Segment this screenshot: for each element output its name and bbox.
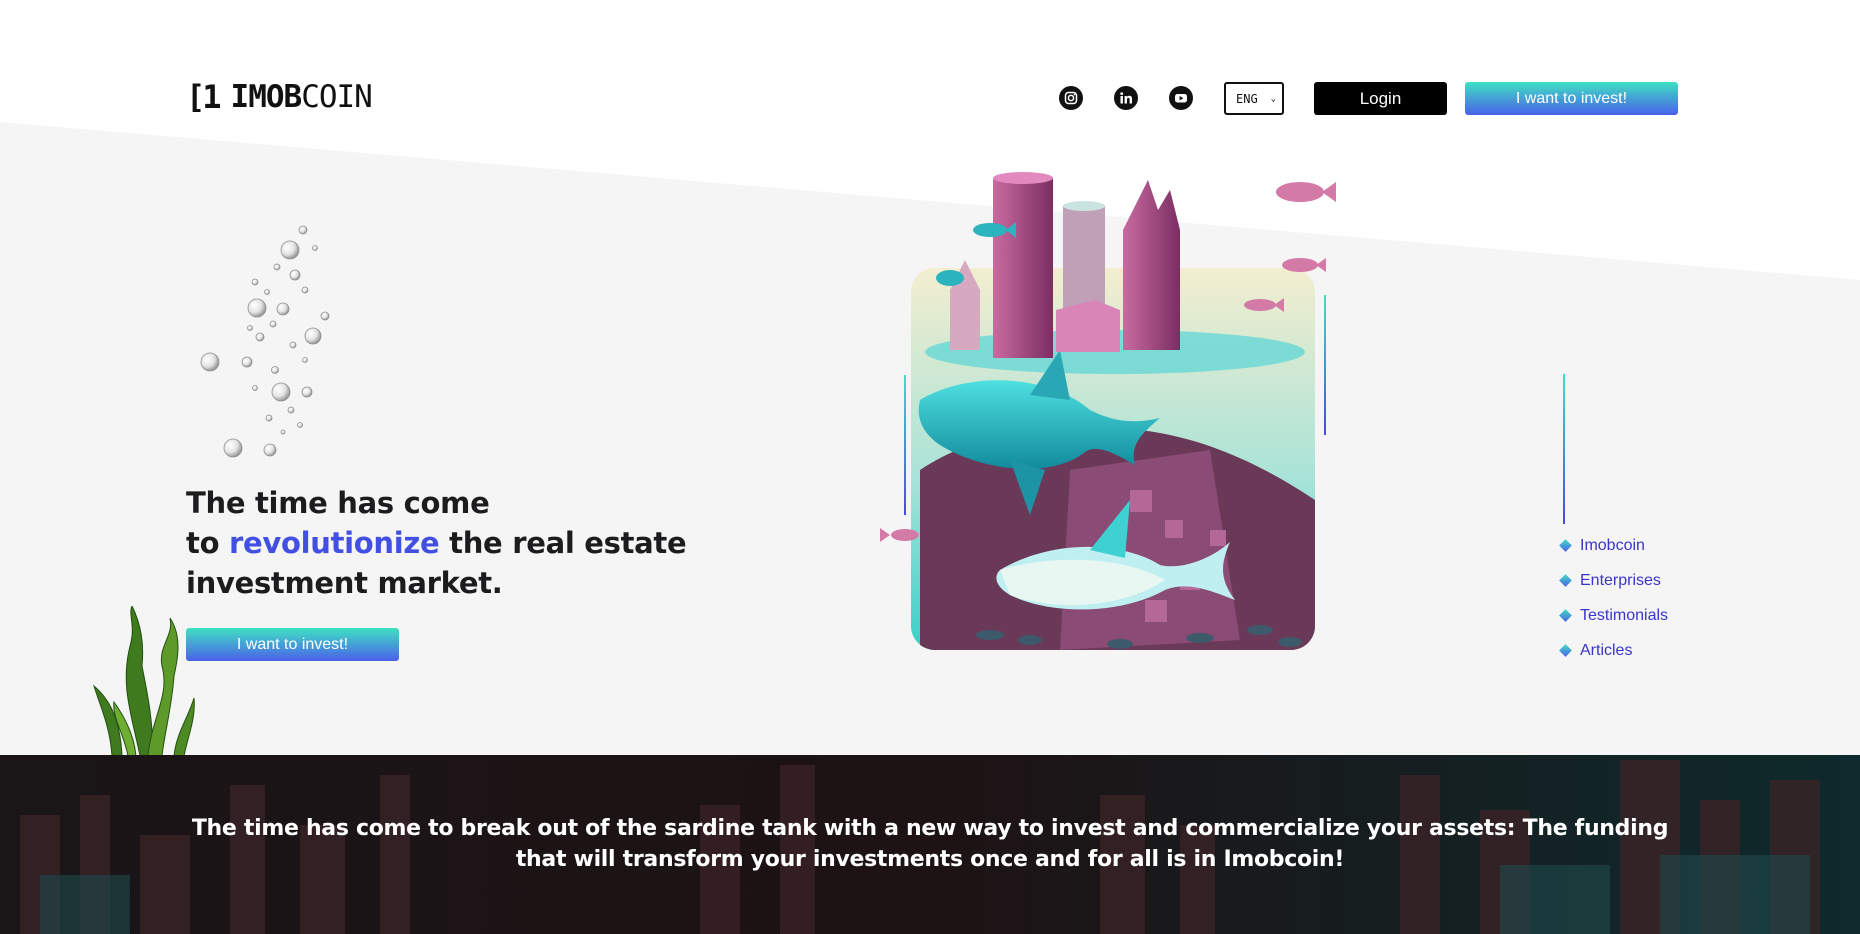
decorative-line <box>1563 374 1565 524</box>
language-value: ENG <box>1236 91 1258 106</box>
side-nav-item-enterprises[interactable]: Enterprises <box>1558 563 1698 598</box>
side-nav-item-imobcoin[interactable]: Imobcoin <box>1558 528 1698 563</box>
side-nav-label: Articles <box>1580 641 1633 659</box>
diamond-icon <box>1559 609 1572 622</box>
headline-line-3: investment market. <box>186 566 503 600</box>
login-button[interactable]: Login <box>1314 82 1447 115</box>
hero-illustration <box>880 172 1336 650</box>
diamond-icon <box>1559 574 1572 587</box>
linkedin-icon[interactable] <box>1114 86 1138 110</box>
youtube-icon[interactable] <box>1169 86 1193 110</box>
headline-line-1: The time has come <box>186 486 490 520</box>
chevron-down-icon: ⌄ <box>1270 93 1276 104</box>
banner-text: The time has come to break out of the sa… <box>191 816 1669 872</box>
headline-accent: revolutionize <box>228 526 440 560</box>
side-nav-label: Testimonials <box>1580 606 1669 624</box>
invest-button-header[interactable]: I want to invest! <box>1465 82 1678 115</box>
side-nav-item-testimonials[interactable]: Testimonials <box>1558 598 1698 633</box>
logo-mark: [1 <box>186 78 221 116</box>
logo-wordmark: IMOBCOIN <box>230 78 373 115</box>
side-navigation: Imobcoin Enterprises Testimonials Articl… <box>1558 528 1698 668</box>
language-select[interactable]: ENG ⌄ <box>1224 82 1284 115</box>
imobcoin-logo[interactable]: [1 IMOBCOIN <box>186 78 388 116</box>
hero-headline: The time has come to revolutionize the r… <box>186 483 706 603</box>
headline-line-2: to revolutionize the real estate <box>186 526 687 560</box>
side-nav-label: Enterprises <box>1580 571 1661 589</box>
bubbles-decoration <box>200 225 330 458</box>
side-nav-item-articles[interactable]: Articles <box>1558 633 1698 668</box>
instagram-icon[interactable] <box>1059 86 1083 110</box>
invest-button-hero[interactable]: I want to invest! <box>186 628 399 661</box>
side-nav-label: Imobcoin <box>1580 536 1645 554</box>
diamond-icon <box>1559 644 1572 657</box>
diamond-icon <box>1559 539 1572 552</box>
